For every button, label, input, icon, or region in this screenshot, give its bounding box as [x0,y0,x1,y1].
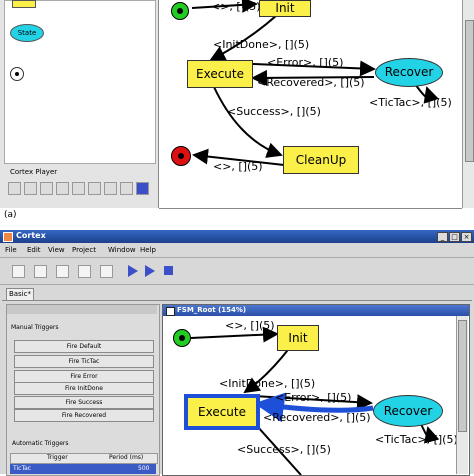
start-node[interactable] [171,2,189,20]
auto-table-row[interactable]: TicTac 500 [10,464,156,474]
step-icon[interactable] [145,265,155,277]
palette-final-item[interactable] [10,67,24,81]
edge-recover-execute [254,392,374,423]
palette-panel: State Cortex Player [0,0,159,208]
window-title: Cortex [16,231,46,240]
menu-project[interactable]: Project [72,246,96,254]
col-trigger: Trigger [47,454,68,461]
menu-file[interactable]: File [5,246,17,254]
state-recover[interactable]: Recover [375,58,443,87]
caption-a: (a) [4,210,17,220]
menu-view[interactable]: View [48,246,65,254]
start-dot-icon [177,8,183,14]
player-forward-button[interactable] [104,182,117,195]
edge-label-tictac: <TicTac>, [](5) [375,433,458,446]
player-step-button[interactable] [88,182,101,195]
toolbar [0,257,474,285]
fsm-canvas-top: Init Execute Recover CleanUp <>, [](5) <… [159,0,462,209]
edge-label-error: <Error>, [](5) [275,391,352,404]
cortex-window: Cortex _ □ × File Edit View Project Wind… [0,230,474,476]
state-execute-active[interactable]: Execute [184,394,260,430]
minimize-button[interactable]: _ [437,232,448,242]
fire-initdone-button[interactable]: Fire InitDone [14,382,154,395]
state-init[interactable]: Init [259,0,311,17]
stop-icon[interactable] [164,266,173,275]
menu-help[interactable]: Help [140,246,156,254]
top-scrollbar[interactable] [462,0,474,208]
player-record-button[interactable] [56,182,69,195]
new-icon[interactable] [12,265,25,278]
fire-recovered-button[interactable]: Fire Recovered [14,409,154,422]
tab-basic[interactable]: Basic* [6,288,34,300]
start-node[interactable] [173,329,191,347]
auto-table-header: Trigger Period (ms) [10,453,158,464]
menu-bar: File Edit View Project Window Help [0,244,474,256]
close-button[interactable]: × [461,232,472,242]
edge-label-success: <Success>, [](5) [237,443,331,456]
maximize-button[interactable]: □ [449,232,460,242]
player-back-button[interactable] [24,182,37,195]
edge-label-tictac: <TicTac>, [](5) [369,96,452,109]
fire-tictac-button[interactable]: Fire TicTac [14,355,154,368]
fire-success-button[interactable]: Fire Success [14,396,154,409]
fsm-scrollbar[interactable] [456,316,468,474]
final-dot-icon [178,153,184,159]
edge-label-error: <Error>, [](5) [267,56,344,69]
player-end-button[interactable] [120,182,133,195]
fsm-window-title: FSM_Root (154%) [177,306,247,314]
fsm-window: FSM_Root (154%) Init Execute Recover <>,… [162,304,470,476]
copy-icon[interactable] [78,265,91,278]
panel-scroll-strip[interactable] [7,305,157,314]
row-trigger: TicTac [13,465,32,472]
menu-edit[interactable]: Edit [27,246,41,254]
state-execute[interactable]: Execute [187,60,253,88]
edge-label-start: <>, [](5) [211,0,261,13]
automatic-triggers-title: Automatic Triggers [12,440,69,447]
player-play-button[interactable] [72,182,85,195]
scroll-thumb[interactable] [458,320,467,432]
player-title: Cortex Player [10,168,58,176]
edge-label-success: <Success>, [](5) [227,105,321,118]
row-period: 500 [138,465,150,472]
final-dot-icon [15,72,19,76]
settings-icon[interactable] [100,265,113,278]
edge-label-final: <>, [](5) [213,160,263,173]
palette-cut-item[interactable] [12,0,36,8]
cut-icon[interactable] [34,265,47,278]
save-icon[interactable] [56,265,69,278]
edge-start-init [190,326,279,343]
edge-label-initdone: <InitDone>, [](5) [219,377,316,390]
fsm-titlebar: FSM_Root (154%) [163,305,469,316]
edge-execute-cleanup [213,86,283,158]
col-period: Period (ms) [109,454,144,461]
state-recover[interactable]: Recover [373,395,443,427]
player-rewind-button[interactable] [8,182,21,195]
scroll-thumb[interactable] [465,20,474,162]
state-init[interactable]: Init [277,325,319,351]
final-node[interactable] [171,146,191,166]
edge-label-recovered: <Recovered>, [](5) [257,76,365,89]
player-pause-button[interactable] [136,182,149,195]
window-titlebar: Cortex _ □ × [0,230,474,243]
manual-triggers-title: Manual Triggers [11,324,59,331]
start-dot-icon [179,335,185,341]
play-icon[interactable] [128,265,138,277]
player-controls [8,180,152,198]
edge-label-initdone: <InitDone>, [](5) [213,38,310,51]
fire-default-button[interactable]: Fire Default [14,340,154,353]
player-stop-button[interactable] [40,182,53,195]
palette-state-item[interactable]: State [10,24,44,42]
menu-window[interactable]: Window [108,246,136,254]
top-screenshot: State Cortex Player Init Execute Recover… [0,0,474,209]
fsm-window-icon [166,307,175,316]
app-icon [3,232,13,242]
edge-label-recovered: <Recovered>, [](5) [263,411,371,424]
edge-label-start: <>, [](5) [225,319,275,332]
state-cleanup[interactable]: CleanUp [283,146,359,174]
